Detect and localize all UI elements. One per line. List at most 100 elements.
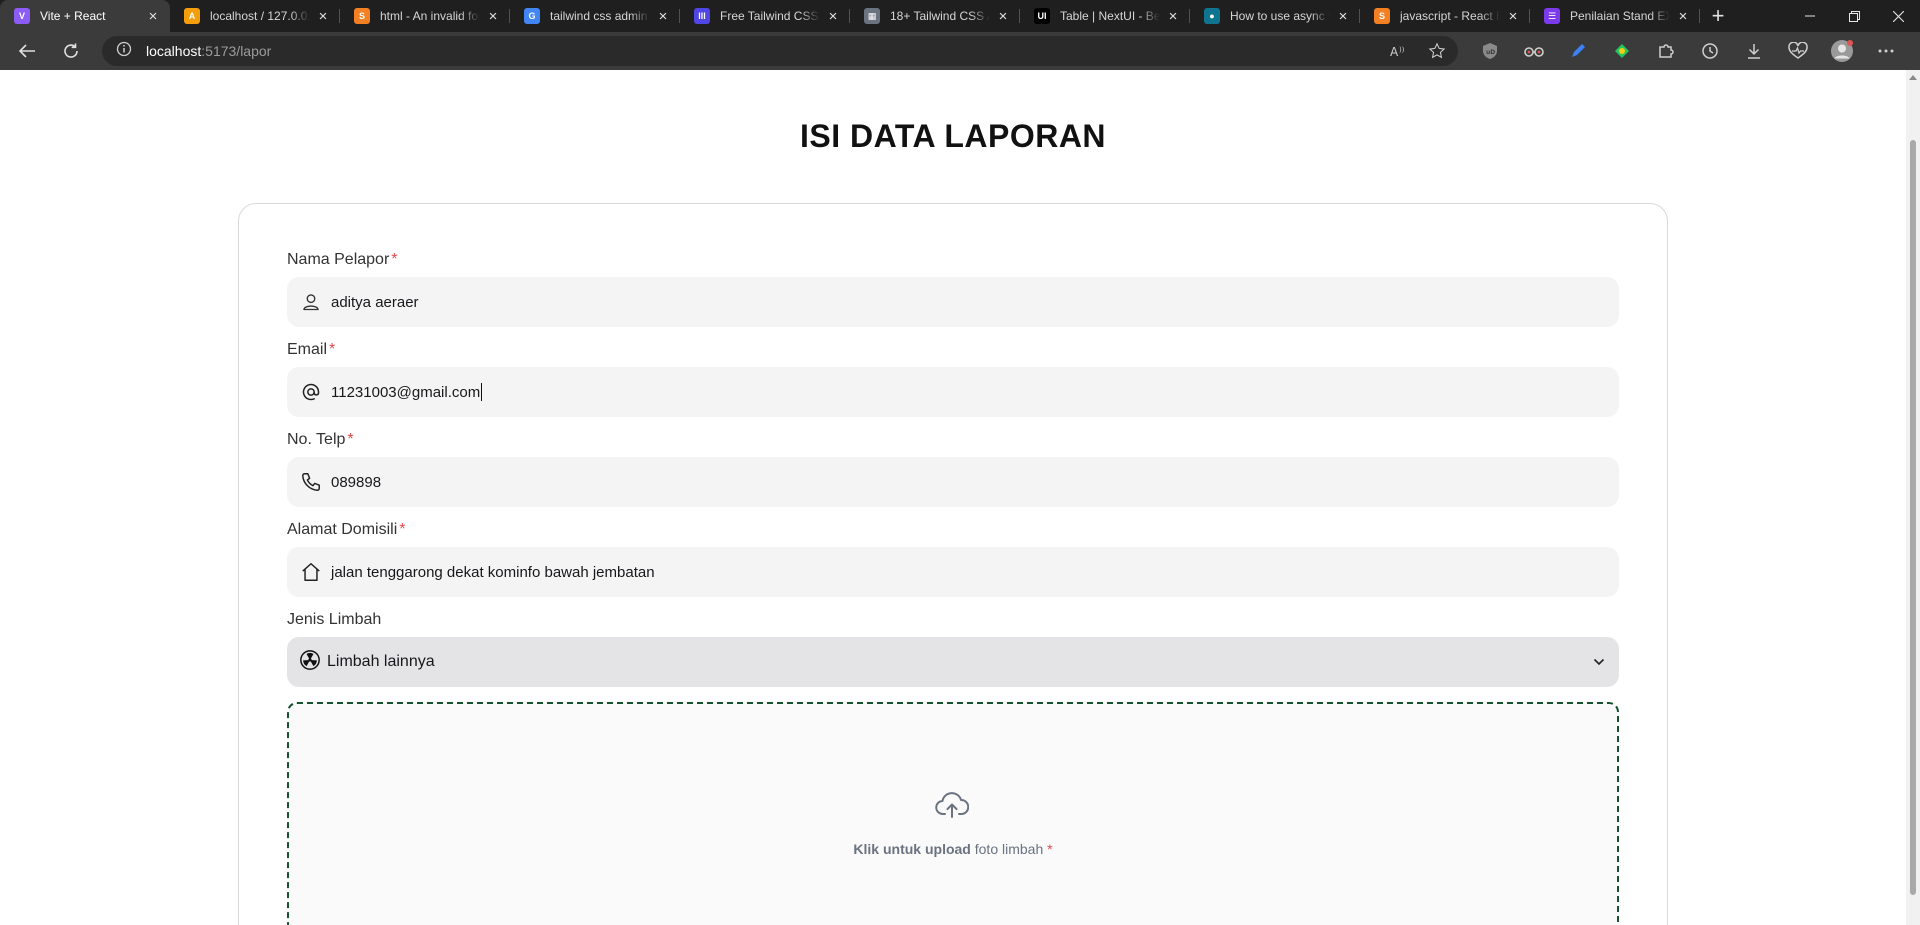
back-icon[interactable] [9, 36, 45, 66]
name-value: aditya aeraer [331, 293, 419, 311]
page-content: ISI DATA LAPORAN Nama Pelapor * aditya ae… [0, 70, 1920, 925]
tab-close-icon[interactable]: × [144, 7, 162, 25]
photo-upload-dropzone[interactable]: Klik untuk upload foto limbah * [287, 702, 1619, 925]
browser-tab[interactable]: ☰ Penilaian Stand EXP × [1530, 0, 1700, 32]
page-title: ISI DATA LAPORAN [799, 118, 1107, 154]
phone-value: 089898 [331, 473, 382, 491]
upload-hint-bold: Klik untuk upload [853, 841, 971, 857]
email-label-text: Email [287, 341, 328, 358]
scroll-up-arrow-icon[interactable] [1909, 75, 1917, 80]
tab-title: tailwind css admin [550, 9, 648, 23]
address-label: Alamat Domisili * [287, 521, 405, 539]
tab-favicon-icon: G [524, 8, 540, 24]
tab-title: html - An invalid for [380, 9, 480, 23]
site-info-icon[interactable] [116, 41, 132, 62]
chevron-down-icon [1593, 653, 1605, 671]
address-input[interactable]: jalan tenggarong dekat kominfo bawah jem… [287, 547, 1619, 597]
tab-title: How to use async fu [1230, 9, 1330, 23]
browser-tab[interactable]: Gtailwind css admin × [510, 0, 680, 32]
home-icon [299, 560, 323, 584]
email-label: Email * [287, 341, 335, 359]
tab-close-icon[interactable]: × [484, 7, 502, 25]
tab-favicon-icon: S [1374, 8, 1390, 24]
minimize-icon[interactable] [1788, 0, 1832, 32]
tab-favicon-icon: ● [1204, 8, 1220, 24]
tab-title: 18+ Tailwind CSS A [890, 9, 990, 23]
browser-tab[interactable]: ▦ 18+ Tailwind CSS A × [850, 0, 1020, 32]
tab-favicon-icon: ▦ [864, 8, 880, 24]
browser-tab-strip: V Vite + React × Alocalhost / 127.0.0.1 × Sht… [0, 0, 1920, 32]
user-icon [299, 290, 323, 314]
tab-close-icon[interactable]: × [1504, 7, 1522, 25]
new-tab-button[interactable]: + [1700, 0, 1736, 32]
profile-avatar-icon[interactable] [1820, 36, 1864, 66]
address-bar[interactable]: localhost:5173/lapor A)) [102, 36, 1458, 66]
color-extension-icon[interactable] [1600, 36, 1644, 66]
performance-heart-icon[interactable] [1776, 36, 1820, 66]
waste-type-select[interactable]: Limbah lainnya [287, 637, 1619, 687]
tab-favicon-icon: ☰ [1544, 8, 1560, 24]
text-caret [481, 383, 483, 401]
required-mark: * [347, 431, 354, 448]
address-label-text: Alamat Domisili [287, 521, 398, 538]
tab-close-icon[interactable]: × [314, 7, 332, 25]
tab-title: Vite + React [40, 9, 106, 23]
tab-close-icon[interactable]: × [824, 7, 842, 25]
url-text[interactable]: localhost:5173/lapor [146, 43, 271, 59]
glasses-extension-icon[interactable] [1512, 36, 1556, 66]
required-mark: * [391, 251, 398, 268]
email-field[interactable]: 11231003@gmail.com [287, 367, 1619, 417]
browser-tab[interactable]: Shtml - An invalid for × [340, 0, 510, 32]
phone-label-text: No. Telp [287, 431, 346, 448]
tab-favicon-icon: S [354, 8, 370, 24]
svg-text:uD: uD [1486, 49, 1495, 56]
tab-close-icon[interactable]: × [1674, 7, 1692, 25]
ublock-extension-icon[interactable]: uD [1468, 36, 1512, 66]
scrollbar-thumb[interactable] [1910, 140, 1916, 895]
tab-favicon-icon: A [184, 8, 200, 24]
page-scrollbar[interactable] [1906, 70, 1920, 925]
reload-icon[interactable] [53, 36, 89, 66]
tab-favicon-icon: UI [1034, 8, 1050, 24]
extensions-puzzle-icon[interactable] [1644, 36, 1688, 66]
more-menu-icon[interactable] [1864, 36, 1908, 66]
history-icon[interactable] [1688, 36, 1732, 66]
email-value: 11231003@gmail.com [331, 383, 481, 401]
browser-tab[interactable]: ● How to use async fu × [1190, 0, 1360, 32]
edit-extension-icon[interactable] [1556, 36, 1600, 66]
phone-input[interactable]: 089898 [287, 457, 1619, 507]
cloud-upload-icon [935, 790, 970, 825]
downloads-icon[interactable] [1732, 36, 1776, 66]
tab-close-icon[interactable]: × [1334, 7, 1352, 25]
browser-tab[interactable]: V Vite + React × [0, 0, 170, 32]
at-sign-icon [299, 380, 323, 404]
browser-tab[interactable]: UI Table | NextUI - Bea × [1020, 0, 1190, 32]
upload-hint-text: foto limbah [970, 841, 1048, 857]
required-mark: * [329, 341, 336, 358]
tab-title: Penilaian Stand EXP [1570, 9, 1670, 23]
tab-list: V Vite + React × Alocalhost / 127.0.0.1 × Sht… [0, 0, 1700, 32]
svg-text:)): )) [1399, 46, 1405, 54]
read-aloud-icon[interactable]: A)) [1382, 38, 1416, 64]
tab-close-icon[interactable]: × [654, 7, 672, 25]
url-host: localhost [146, 43, 202, 59]
browser-tab[interactable]: lll Free Tailwind CSS A × [680, 0, 850, 32]
phone-icon [299, 470, 323, 494]
tab-title: Table | NextUI - Bea [1060, 9, 1160, 23]
favorite-star-icon[interactable] [1420, 38, 1454, 64]
phone-label: No. Telp * [287, 431, 354, 449]
restore-icon[interactable] [1832, 0, 1876, 32]
browser-tab[interactable]: Sjavascript - React H × [1360, 0, 1530, 32]
svg-text:A: A [1390, 45, 1399, 58]
toolbar-extensions: uD [1468, 36, 1908, 66]
tab-favicon-icon: lll [694, 8, 710, 24]
name-input[interactable]: aditya aeraer [287, 277, 1619, 327]
name-label-text: Nama Pelapor [287, 251, 390, 268]
browser-tab[interactable]: Alocalhost / 127.0.0.1 × [170, 0, 340, 32]
close-window-icon[interactable] [1876, 0, 1920, 32]
tab-close-icon[interactable]: × [994, 7, 1012, 25]
required-mark: * [1047, 841, 1053, 857]
upload-hint: Klik untuk upload foto limbah * [289, 841, 1617, 857]
waste-type-value: Limbah lainnya [327, 653, 435, 670]
tab-close-icon[interactable]: × [1164, 7, 1182, 25]
